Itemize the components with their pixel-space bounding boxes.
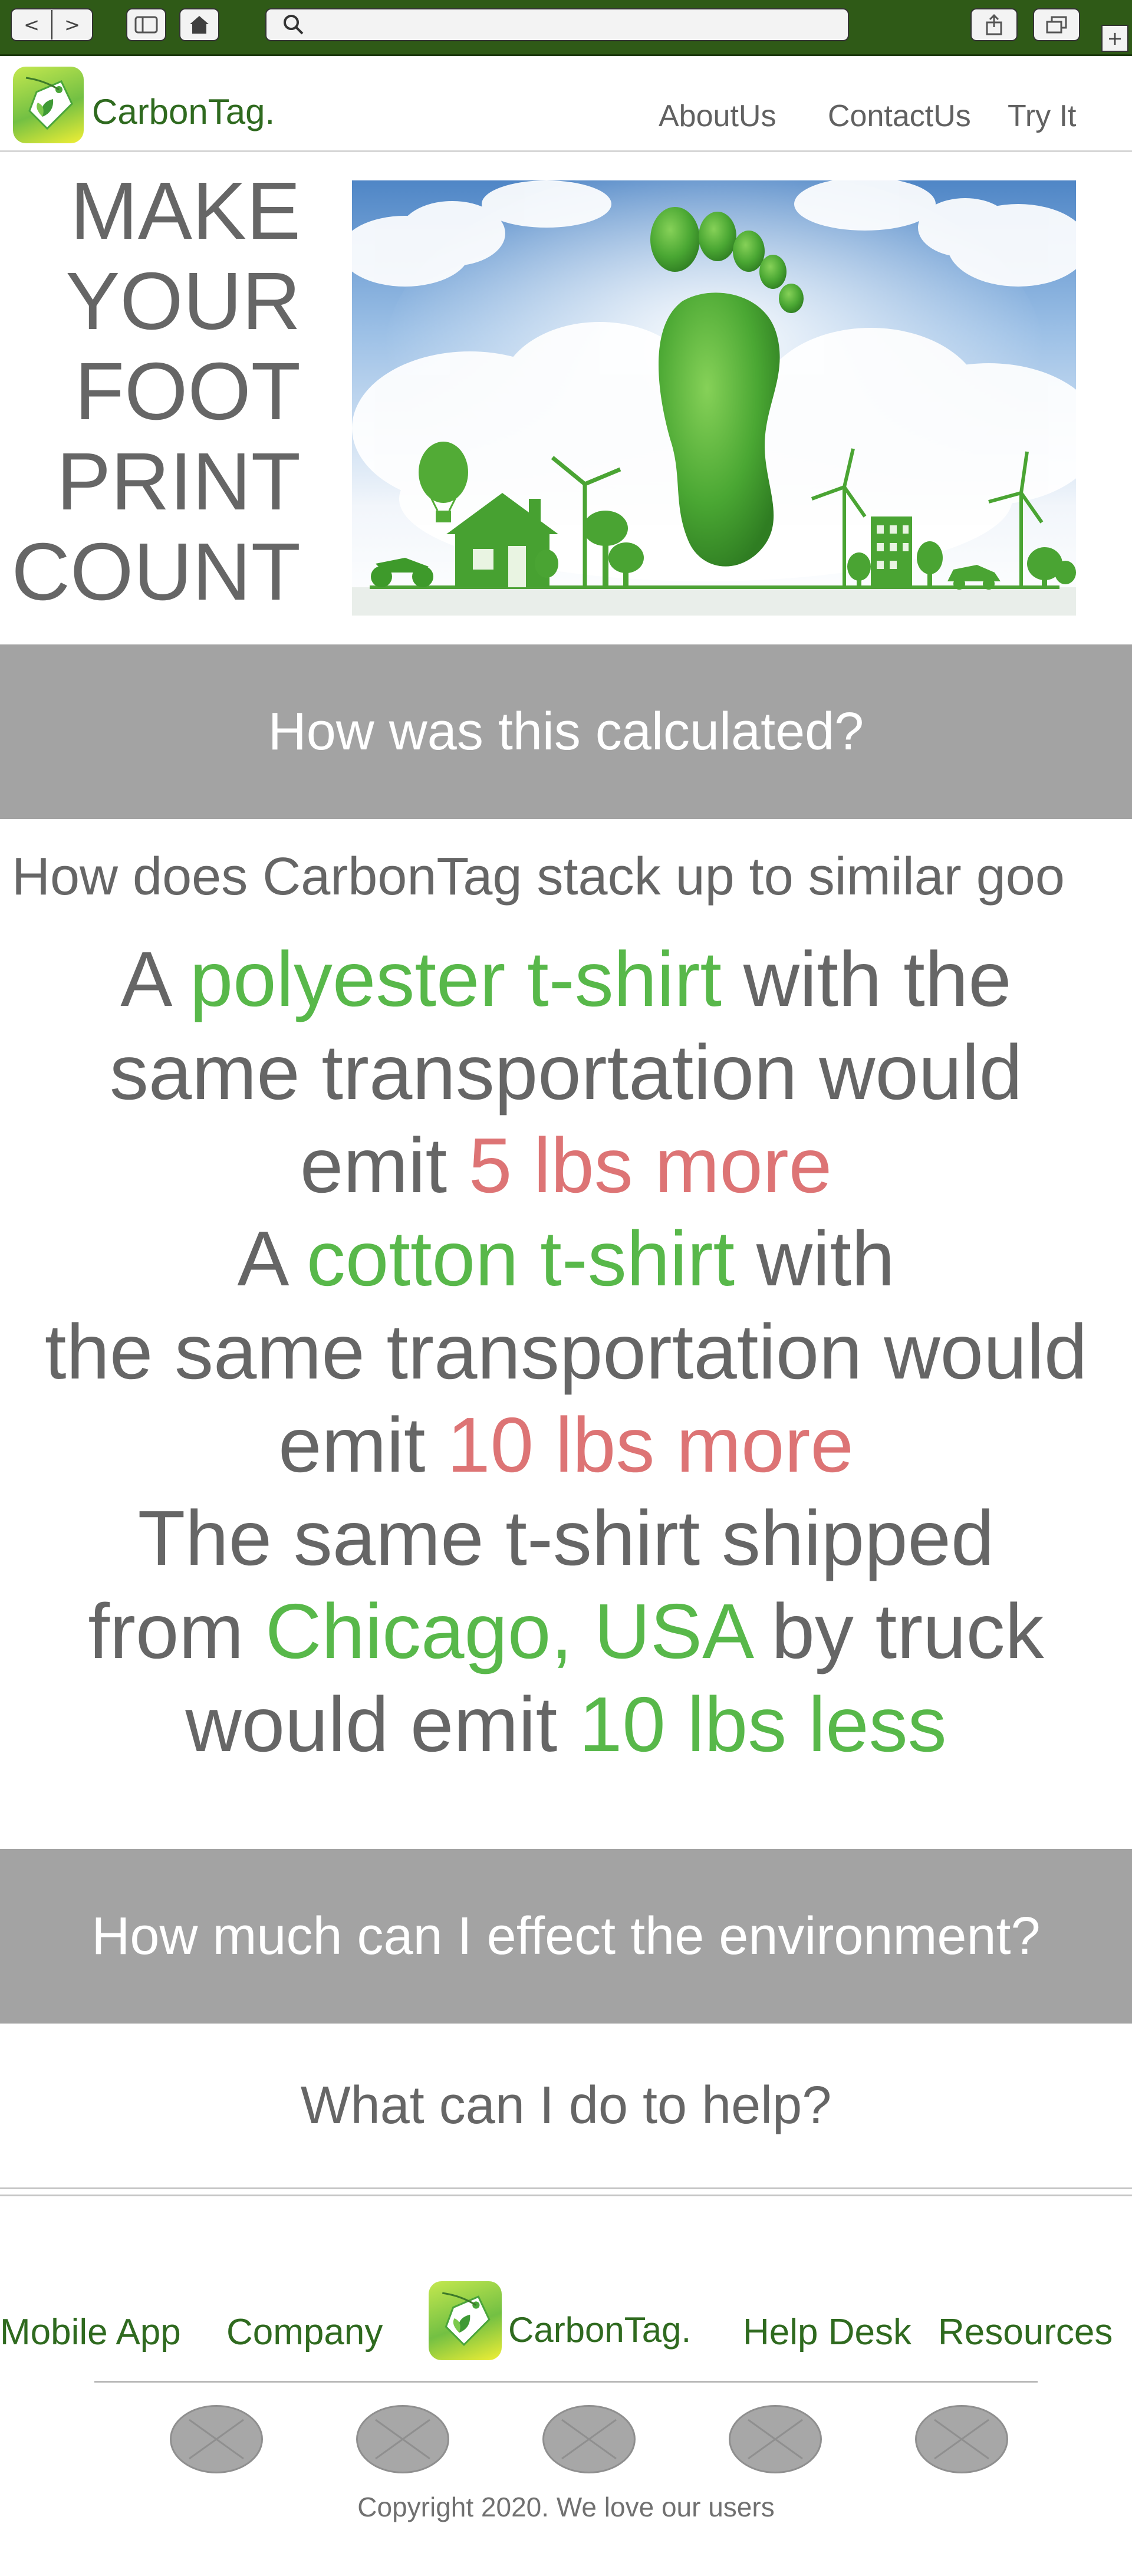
footer-divider (0, 2187, 1132, 2189)
comparison-place: Chicago, USA (265, 1588, 750, 1674)
footer-link-help-desk[interactable]: Help Desk (743, 2311, 911, 2353)
address-input[interactable] (313, 12, 846, 37)
hero-word: FOOT (74, 346, 301, 437)
comparison-text: with (735, 1215, 895, 1302)
footer-link-mobile-app[interactable]: Mobile App (0, 2311, 181, 2353)
comparison-text: A (120, 936, 190, 1022)
home-button[interactable] (179, 8, 219, 41)
share-icon (986, 14, 1002, 35)
plus-icon: + (1107, 27, 1123, 50)
social-link[interactable] (170, 2405, 263, 2473)
placeholder-icon (561, 2419, 617, 2460)
placeholder-icon (934, 2419, 989, 2460)
environment-banner[interactable]: How much can I effect the environment? (0, 1849, 1132, 2024)
back-button[interactable]: < (12, 10, 52, 40)
search-icon (284, 15, 304, 35)
comparison-text: by truck (749, 1588, 1044, 1674)
footer-inner-divider (94, 2381, 1038, 2383)
compare-heading: How does CarbonTag stack up to similar g… (12, 847, 1065, 906)
comparison-line: A polyester t-shirt with the (0, 933, 1132, 1026)
comparison-text: emit (300, 1122, 469, 1209)
footprint-hero-image (352, 180, 1076, 616)
leaf-tag-icon (25, 77, 73, 130)
nav-contact-us[interactable]: ContactUs (828, 98, 971, 134)
hero-word: YOUR (65, 256, 301, 347)
comparison-line: would emit 10 lbs less (0, 1678, 1132, 1771)
hero-word: COUNT (11, 527, 301, 617)
placeholder-icon (748, 2419, 803, 2460)
sidebar-button[interactable] (126, 8, 166, 41)
calculation-banner[interactable]: How was this calculated? (0, 644, 1132, 819)
tabs-icon (1046, 16, 1067, 34)
comparison-line: the same transportation would (44, 1308, 1088, 1395)
comparison-line: from Chicago, USA by truck (0, 1585, 1132, 1678)
nav-try-it[interactable]: Try It (1008, 98, 1077, 134)
history-nav: < > (11, 8, 93, 41)
comparison-line: emit 10 lbs more (0, 1399, 1132, 1492)
comparison-item: cotton t-shirt (306, 1215, 735, 1302)
calculation-banner-label: How was this calculated? (268, 702, 864, 761)
placeholder-icon (189, 2419, 244, 2460)
comparison-amount: 10 lbs more (447, 1401, 854, 1488)
footer-link-resources[interactable]: Resources (938, 2311, 1113, 2353)
footer-logo[interactable] (429, 2281, 502, 2360)
comparison-text: would emit (185, 1681, 579, 1768)
comparison-text: A (237, 1215, 307, 1302)
social-link[interactable] (542, 2405, 636, 2473)
leaf-tag-icon (442, 2292, 491, 2346)
hero-word: PRINT (57, 436, 301, 527)
forward-button[interactable]: > (52, 10, 92, 40)
new-tab-button[interactable]: + (1101, 25, 1128, 52)
tabs-button[interactable] (1033, 8, 1080, 41)
placeholder-icon (375, 2419, 430, 2460)
browser-toolbar: < > + (0, 0, 1132, 56)
share-button[interactable] (970, 8, 1018, 41)
environment-banner-label: How much can I effect the environment? (91, 1906, 1041, 1966)
comparison-text: emit (278, 1401, 447, 1488)
social-link[interactable] (915, 2405, 1008, 2473)
social-link[interactable] (356, 2405, 449, 2473)
sidebar-icon (134, 16, 158, 34)
brand-name[interactable]: CarbonTag. (92, 91, 275, 132)
comparison-line: emit 5 lbs more (0, 1119, 1132, 1212)
carbontag-logo[interactable] (13, 67, 84, 143)
footer-brand-name[interactable]: CarbonTag. (508, 2309, 691, 2350)
nav-about-us[interactable]: AboutUs (659, 98, 776, 134)
comparison-text: with the (722, 936, 1012, 1022)
comparison-amount: 10 lbs less (578, 1681, 947, 1768)
comparison-line: A cotton t-shirt with (0, 1212, 1132, 1305)
comparison-amount: 5 lbs more (468, 1122, 832, 1209)
site-header: CarbonTag. AboutUs ContactUs Try It (0, 56, 1132, 152)
social-link[interactable] (729, 2405, 822, 2473)
home-icon (190, 16, 209, 34)
comparison-line: same transportation would (109, 1029, 1023, 1116)
footer-link-company[interactable]: Company (226, 2311, 383, 2353)
comparison-text: from (88, 1588, 266, 1674)
comparison-item: polyester t-shirt (189, 936, 722, 1022)
hero-word: MAKE (70, 166, 301, 256)
copyright-text: Copyright 2020. We love our users (357, 2492, 775, 2522)
comparison-line: The same t-shirt shipped (137, 1495, 995, 1581)
footer-divider (0, 2195, 1132, 2196)
help-heading[interactable]: What can I do to help? (0, 2075, 1132, 2136)
address-bar[interactable] (265, 8, 849, 41)
